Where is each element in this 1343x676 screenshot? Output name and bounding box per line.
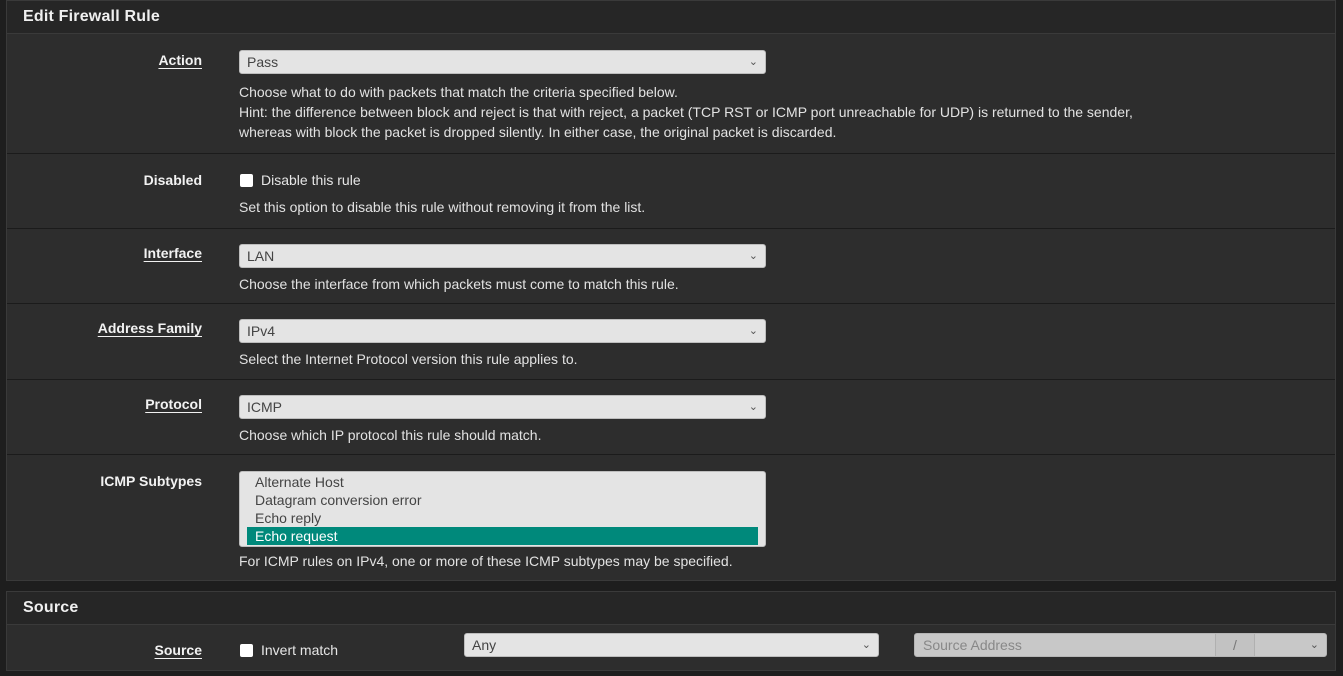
checkbox-box[interactable] (240, 644, 253, 657)
panel-title: Edit Firewall Rule (7, 1, 1335, 34)
chevron-down-icon: ⌄ (748, 56, 758, 68)
action-row: Action Pass ⌄ Choose what to do with pac… (7, 34, 1335, 154)
address-family-label: Address Family (97, 320, 202, 336)
disable-rule-label: Disable this rule (261, 172, 361, 188)
list-option[interactable]: Datagram conversion error (247, 491, 758, 509)
address-family-help: Select the Internet Protocol version thi… (239, 351, 578, 367)
chevron-down-icon: ⌄ (748, 325, 758, 337)
interface-select[interactable]: LAN ⌄ (239, 244, 766, 268)
mask-select-chevron-icon[interactable]: ⌄ (1310, 634, 1319, 656)
action-help-line: whereas with block the packet is dropped… (239, 124, 837, 140)
source-address-input[interactable]: Source Address (923, 634, 1022, 656)
protocol-select-value: ICMP (247, 399, 282, 415)
disabled-help: Set this option to disable this rule wit… (239, 199, 646, 215)
interface-select-value: LAN (247, 248, 275, 264)
disable-rule-checkbox[interactable]: Disable this rule (240, 172, 361, 188)
action-help: Choose what to do with packets that matc… (239, 82, 1133, 142)
action-select-value: Pass (247, 54, 279, 70)
icmp-subtypes-help: For ICMP rules on IPv4, one or more of t… (239, 553, 733, 569)
source-panel: Source Source Invert match Any ⌄ Source … (6, 591, 1336, 671)
action-label: Action (158, 52, 202, 68)
protocol-row: Protocol ICMP ⌄ Choose which IP protocol… (7, 380, 1335, 455)
list-option[interactable]: Alternate Host (247, 473, 758, 491)
action-select[interactable]: Pass ⌄ (239, 50, 766, 74)
source-row: Source Invert match Any ⌄ Source Address… (7, 625, 1335, 671)
interface-help: Choose the interface from which packets … (239, 276, 679, 292)
invert-match-label: Invert match (261, 642, 339, 658)
protocol-select[interactable]: ICMP ⌄ (239, 395, 766, 419)
list-option-selected[interactable]: Echo request (247, 527, 758, 545)
icmp-subtypes-row: ICMP Subtypes Alternate Host Datagram co… (7, 455, 1335, 581)
edit-firewall-rule-panel: Edit Firewall Rule Action Pass ⌄ Choose … (6, 0, 1336, 581)
mask-separator: / (1215, 634, 1255, 656)
protocol-label: Protocol (145, 396, 202, 412)
chevron-down-icon: ⌄ (748, 401, 758, 413)
source-panel-title: Source (7, 592, 1335, 625)
interface-row: Interface LAN ⌄ Choose the interface fro… (7, 229, 1335, 304)
source-type-value: Any (472, 637, 497, 653)
disabled-row: Disabled Disable this rule Set this opti… (7, 154, 1335, 229)
address-family-row: Address Family IPv4 ⌄ Select the Interne… (7, 304, 1335, 380)
icmp-subtypes-label: ICMP Subtypes (100, 473, 202, 489)
address-family-select[interactable]: IPv4 ⌄ (239, 319, 766, 343)
source-address-group: Source Address / ⌄ (914, 633, 1327, 657)
action-help-line: Choose what to do with packets that matc… (239, 84, 678, 100)
protocol-help: Choose which IP protocol this rule shoul… (239, 427, 542, 443)
disabled-label: Disabled (143, 172, 202, 188)
address-family-select-value: IPv4 (247, 323, 276, 339)
invert-match-checkbox[interactable]: Invert match (240, 642, 338, 658)
interface-label: Interface (143, 245, 202, 261)
icmp-subtypes-listbox[interactable]: Alternate Host Datagram conversion error… (239, 471, 766, 547)
chevron-down-icon: ⌄ (861, 639, 871, 651)
chevron-down-icon: ⌄ (748, 250, 758, 262)
action-help-line: Hint: the difference between block and r… (239, 104, 1133, 120)
list-option[interactable]: Echo reply (247, 509, 758, 527)
source-type-select[interactable]: Any ⌄ (464, 633, 879, 657)
checkbox-box[interactable] (240, 174, 253, 187)
source-label: Source (154, 642, 202, 658)
